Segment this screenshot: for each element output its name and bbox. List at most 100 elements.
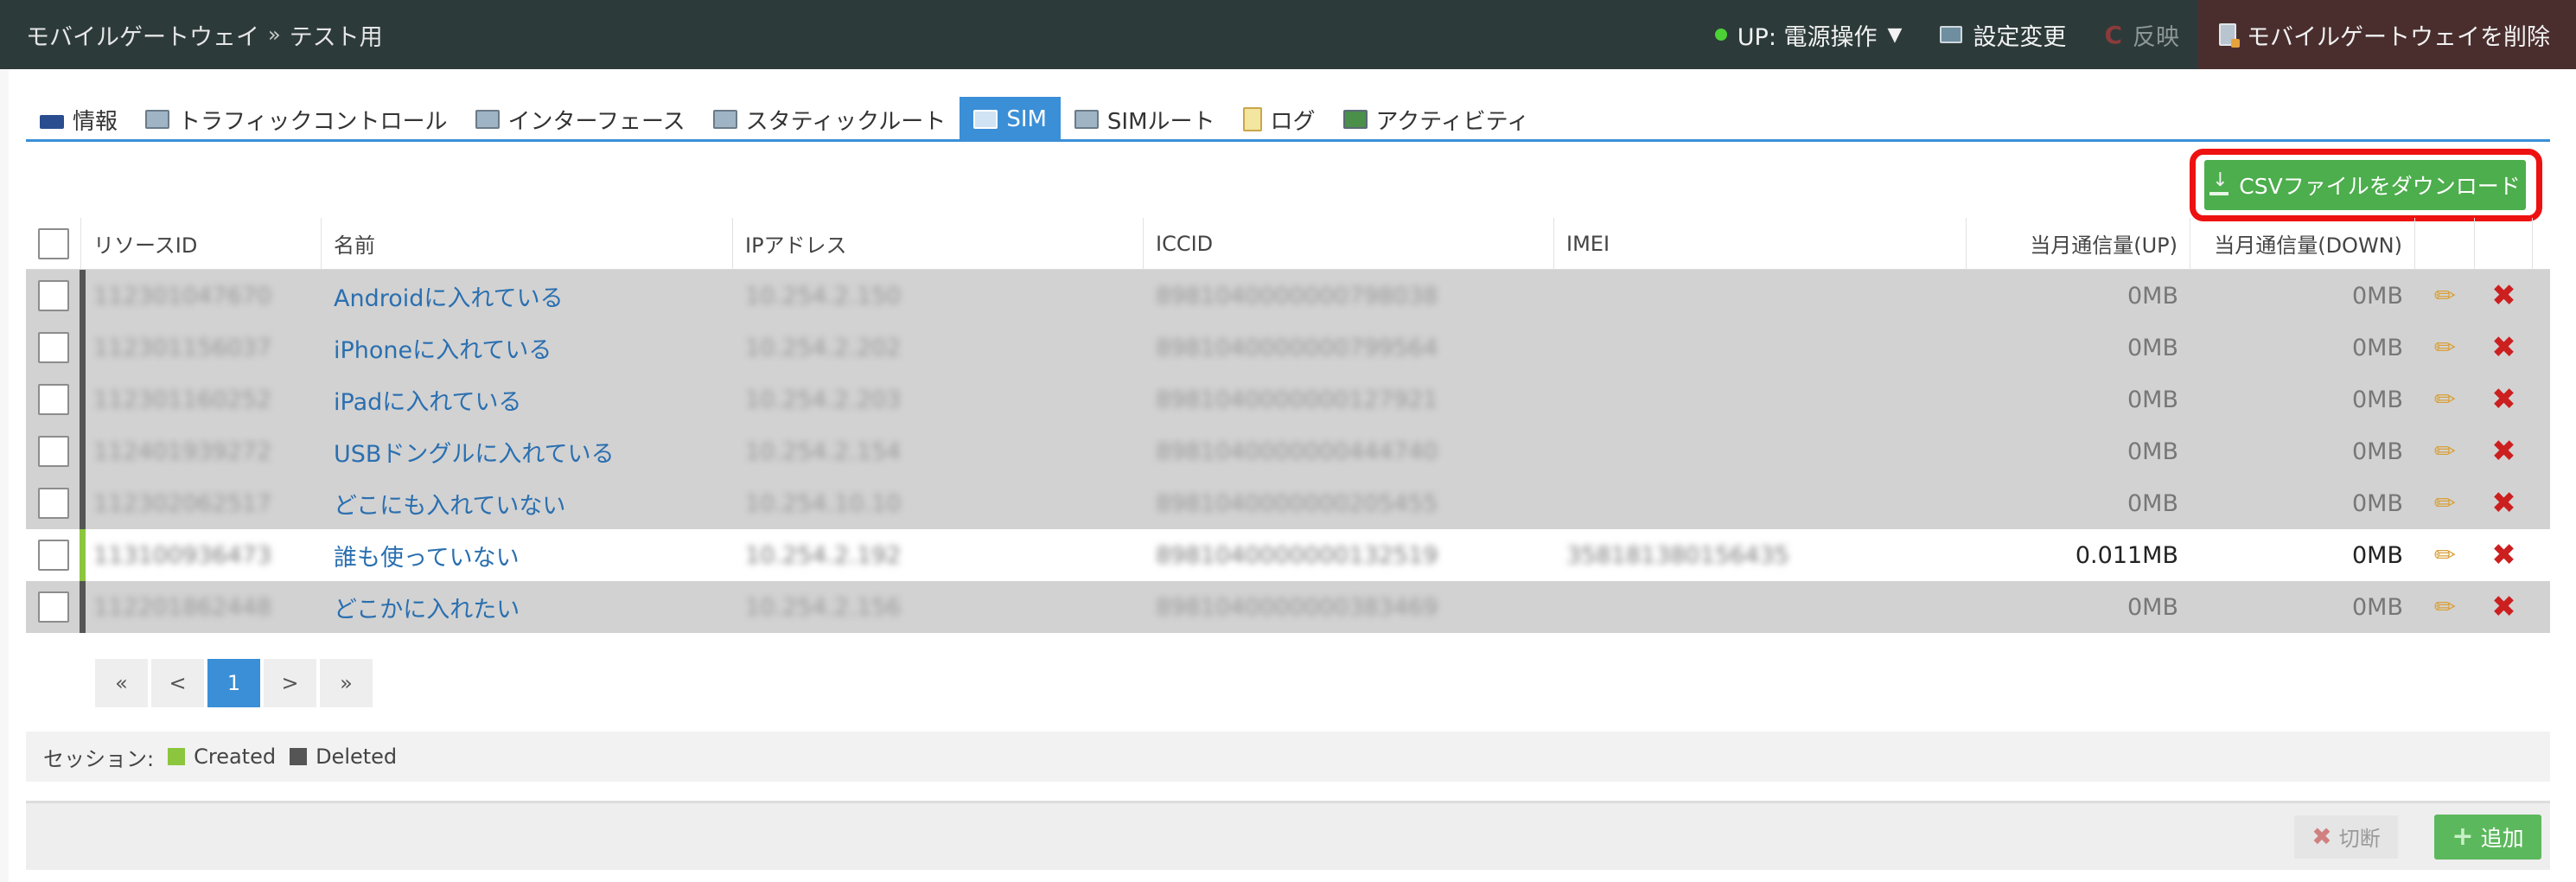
row-checkbox[interactable]: [38, 488, 69, 519]
x-icon[interactable]: ✖: [2491, 278, 2516, 313]
tab-interface[interactable]: インターフェース: [462, 97, 699, 142]
tab-label: トラフィックコントロール: [178, 108, 448, 135]
column-header-traffic-down[interactable]: 当月通信量(DOWN): [2190, 217, 2415, 270]
last-page-button[interactable]: »: [320, 659, 373, 707]
tab-label: SIMルート: [1106, 108, 1215, 135]
ip-address-cell: 10.254.2.203: [745, 386, 902, 413]
disconnect-button[interactable]: ✖ 切断: [2294, 815, 2398, 859]
breadcrumb-gateway[interactable]: モバイルゲートウェイ: [26, 18, 259, 52]
sim-name-link[interactable]: どこかに入れたい: [322, 581, 733, 633]
x-icon[interactable]: ✖: [2491, 382, 2516, 417]
sim-name-link[interactable]: Androidに入れている: [322, 270, 733, 322]
tab-sim-route[interactable]: SIMルート: [1061, 97, 1229, 142]
traffic-up-cell: 0MB: [2127, 489, 2178, 517]
edit-cell: ✏: [2415, 477, 2475, 529]
imei-cell: [1554, 425, 1967, 477]
x-icon[interactable]: ✖: [2491, 330, 2516, 365]
row-select-cell: [26, 529, 81, 581]
first-page-button[interactable]: «: [95, 659, 148, 707]
row-checkbox[interactable]: [38, 280, 69, 311]
select-all-checkbox[interactable]: [37, 227, 69, 259]
add-button[interactable]: + 追加: [2434, 814, 2541, 860]
imei-cell: 358181380156435: [1566, 541, 1789, 569]
tab-log[interactable]: ログ: [1229, 97, 1329, 142]
pencil-icon[interactable]: ✏: [2434, 437, 2456, 467]
tab-activity[interactable]: アクティビティ: [1329, 97, 1544, 142]
page-1-button[interactable]: 1: [207, 659, 260, 707]
next-page-button[interactable]: >: [264, 659, 316, 707]
delete-cell: ✖: [2475, 425, 2533, 477]
edit-cell: ✏: [2415, 581, 2475, 633]
sim-name-link[interactable]: どこにも入れていない: [322, 477, 733, 529]
resource-id-cell: 112401939272: [93, 438, 272, 465]
column-header-iccid[interactable]: ICCID: [1144, 217, 1554, 270]
power-status-label: UP: 電源操作: [1737, 23, 1878, 51]
row-checkbox[interactable]: [38, 332, 69, 363]
pencil-icon[interactable]: ✏: [2434, 385, 2456, 415]
prev-page-button[interactable]: <: [151, 659, 204, 707]
sim-name-link[interactable]: USBドングルに入れている: [322, 425, 733, 477]
x-icon[interactable]: ✖: [2491, 434, 2516, 469]
table-body: 112301047670 Androidに入れている 10.254.2.150 898…: [26, 270, 2550, 633]
traffic-down-cell: 0MB: [2352, 282, 2403, 310]
download-icon: [2209, 169, 2229, 195]
row-checkbox[interactable]: [38, 384, 69, 415]
table-row: 112401939272 USBドングルに入れている 10.254.2.154 898…: [26, 425, 2550, 477]
column-header-ip[interactable]: IPアドレス: [733, 217, 1144, 270]
sim-name-link[interactable]: 誰も使っていない: [322, 529, 733, 581]
sim-name-link[interactable]: iPadに入れている: [322, 374, 733, 425]
edit-cell: ✏: [2415, 270, 2475, 322]
disconnect-label: 切断: [2338, 827, 2381, 851]
settings-change-button[interactable]: 設定変更: [1921, 0, 2085, 69]
pencil-icon[interactable]: ✏: [2434, 540, 2456, 571]
tab-sim[interactable]: SIM: [960, 97, 1061, 142]
pencil-icon[interactable]: ✏: [2434, 592, 2456, 623]
tab-info[interactable]: 情報: [26, 97, 131, 142]
column-header-name[interactable]: 名前: [322, 217, 733, 270]
settings-change-label: 設定変更: [1973, 23, 2067, 51]
activity-icon: [1342, 110, 1368, 129]
pencil-icon[interactable]: ✏: [2434, 333, 2456, 363]
x-icon[interactable]: ✖: [2491, 538, 2516, 572]
edit-cell: ✏: [2415, 529, 2475, 581]
x-icon[interactable]: ✖: [2491, 590, 2516, 624]
pencil-icon[interactable]: ✏: [2434, 281, 2456, 311]
tab-traffic-control[interactable]: トラフィックコントロール: [131, 97, 461, 142]
tab-static-route[interactable]: スタティックルート: [699, 97, 960, 142]
iccid-cell: 8981040000000799564: [1156, 334, 1438, 361]
apply-button[interactable]: C 反映: [2085, 0, 2198, 69]
traffic-down-cell: 0MB: [2352, 334, 2403, 361]
row-select-cell: [26, 322, 81, 374]
traffic-up-cell: 0MB: [2127, 386, 2178, 413]
iccid-cell: 8981040000000132519: [1156, 541, 1438, 569]
ip-address-cell: 10.254.2.202: [745, 334, 902, 361]
table-row: 112301156037 iPhoneに入れている 10.254.2.202 8981…: [26, 322, 2550, 374]
row-checkbox[interactable]: [38, 540, 69, 571]
column-header-traffic-up[interactable]: 当月通信量(UP): [1967, 217, 2190, 270]
created-swatch: [168, 748, 186, 765]
row-checkbox[interactable]: [38, 436, 69, 467]
sim-name-link[interactable]: iPhoneに入れている: [322, 322, 733, 374]
csv-download-button[interactable]: CSVファイルをダウンロード: [2204, 160, 2526, 210]
column-header-imei[interactable]: IMEI: [1554, 217, 1967, 270]
row-select-cell: [26, 374, 81, 425]
column-header-resource-id[interactable]: リソースID: [81, 217, 322, 270]
x-icon[interactable]: ✖: [2491, 486, 2516, 521]
power-menu-button[interactable]: UP: 電源操作 ▼: [1696, 0, 1922, 69]
imei-cell: [1554, 322, 1967, 374]
pencil-icon[interactable]: ✏: [2434, 489, 2456, 519]
log-icon: [1242, 107, 1262, 131]
delete-cell: ✖: [2475, 374, 2533, 425]
row-select-cell: [26, 270, 81, 322]
ip-address-cell: 10.254.2.150: [745, 282, 902, 310]
status-dot-icon: [1714, 29, 1727, 41]
top-bar: モバイルゲートウェイ » テスト用 UP: 電源操作 ▼ 設定変更 C 反映 モ…: [0, 0, 2576, 69]
resource-id-cell: 112301156037: [93, 334, 272, 361]
delete-gateway-button[interactable]: モバイルゲートウェイを削除: [2198, 0, 2576, 69]
row-checkbox[interactable]: [38, 591, 69, 623]
legend-created: Created: [168, 745, 276, 769]
legend-deleted: Deleted: [290, 745, 397, 769]
deleted-swatch: [290, 748, 308, 765]
sim-card-icon: [973, 110, 998, 129]
delete-cell: ✖: [2475, 477, 2533, 529]
